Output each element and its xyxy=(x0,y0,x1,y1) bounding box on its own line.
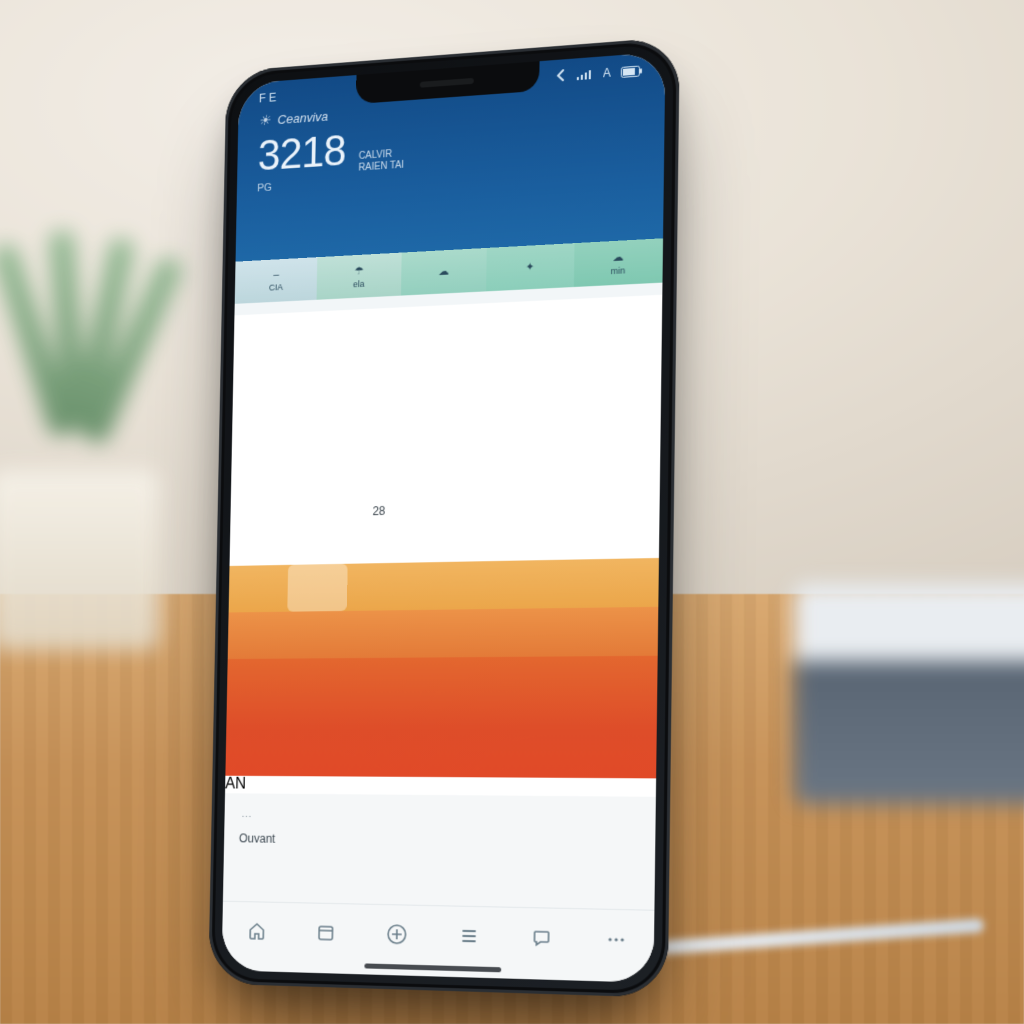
grid-cell[interactable] xyxy=(234,313,293,360)
location-label: Ceanviva xyxy=(277,109,328,127)
grid-cell[interactable] xyxy=(292,310,352,357)
grid-cell[interactable] xyxy=(352,307,413,355)
chevron-left-icon[interactable] xyxy=(555,69,567,82)
grid-cell[interactable] xyxy=(472,347,535,395)
band-tag[interactable]: AN xyxy=(225,776,656,797)
grid-cell[interactable] xyxy=(532,483,596,531)
grid-cell[interactable] xyxy=(232,402,292,449)
band-amber[interactable] xyxy=(229,558,659,613)
grid-cell[interactable] xyxy=(412,304,474,352)
grid-cell[interactable] xyxy=(473,301,536,349)
calendar-icon[interactable] xyxy=(313,918,340,946)
chat-icon[interactable] xyxy=(528,923,556,952)
hero-chip[interactable]: ✦ xyxy=(486,243,574,291)
status-label: A xyxy=(603,66,611,81)
phone-screen: F E A xyxy=(222,52,666,983)
grid-cell[interactable] xyxy=(411,349,473,397)
grid-cell[interactable] xyxy=(290,444,350,491)
grid-cell[interactable] xyxy=(410,440,472,487)
grid-cell[interactable] xyxy=(350,397,411,444)
band-orange[interactable] xyxy=(228,607,659,659)
phone-frame: F E A xyxy=(208,37,680,998)
hero-chip[interactable]: ☂ ela xyxy=(317,253,402,300)
grid-cell[interactable] xyxy=(351,352,412,399)
weather-glyph-icon: ☀ xyxy=(258,112,270,129)
panel-glyph-icon: ⋯ xyxy=(241,811,252,824)
notebook-prop xyxy=(794,584,1024,804)
hero-chip[interactable]: ☁ min xyxy=(574,238,664,287)
signal-icon xyxy=(577,69,593,80)
grid-cell[interactable] xyxy=(595,481,660,529)
grid-cell[interactable] xyxy=(349,442,410,489)
grid-cell[interactable] xyxy=(231,446,291,492)
grid-cell[interactable] xyxy=(230,491,290,537)
grid-cell[interactable] xyxy=(598,295,662,344)
hero-reading: 3218 xyxy=(257,127,346,181)
grid-cell[interactable] xyxy=(472,392,535,440)
battery-icon xyxy=(621,65,643,78)
grid-cell[interactable] xyxy=(409,486,471,533)
home-icon[interactable] xyxy=(243,917,270,945)
grid-cell[interactable] xyxy=(597,388,661,437)
list-icon[interactable] xyxy=(455,922,483,951)
plant-prop xyxy=(0,230,220,650)
grid-cell[interactable] xyxy=(289,489,349,535)
grid-cell[interactable] xyxy=(291,354,351,401)
grid-cell[interactable] xyxy=(233,357,292,404)
hero-chip[interactable]: ☁ xyxy=(401,248,487,296)
grid-cell[interactable] xyxy=(533,436,597,484)
hero-chip[interactable]: – CIA xyxy=(235,257,318,304)
grid-cell[interactable] xyxy=(596,434,661,482)
grid-cell[interactable] xyxy=(597,341,661,390)
status-left: F E xyxy=(259,91,277,106)
bottom-toolbar xyxy=(222,901,655,971)
grid-cell[interactable] xyxy=(534,390,598,438)
calendar-grid[interactable]: 28 xyxy=(230,295,662,537)
grid-cell[interactable] xyxy=(291,399,351,446)
hero-sub-2: RAIEN TAI xyxy=(358,160,404,175)
grid-cell[interactable]: 28 xyxy=(348,488,409,535)
grid-cell[interactable] xyxy=(534,344,598,393)
band-red[interactable] xyxy=(225,656,657,779)
grid-cell[interactable] xyxy=(470,484,533,531)
add-icon[interactable] xyxy=(383,920,411,949)
grid-cell[interactable] xyxy=(410,395,472,443)
scene: F E A xyxy=(0,0,1024,1024)
grid-cell[interactable] xyxy=(471,438,534,486)
grid-cell[interactable] xyxy=(535,298,599,347)
menu-icon[interactable] xyxy=(602,925,631,954)
